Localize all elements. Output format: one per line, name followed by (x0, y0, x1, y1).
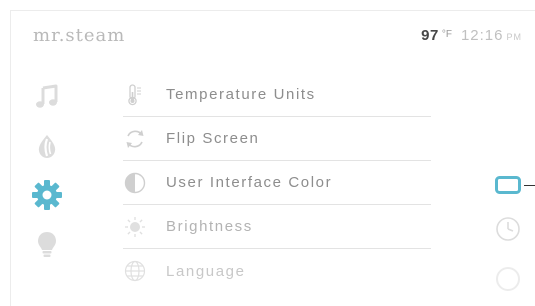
menu-item-user-interface-color[interactable]: User Interface Color (123, 161, 431, 205)
half-circle-contrast-icon (124, 172, 146, 194)
nav-music-button[interactable] (27, 77, 67, 117)
side-nav (27, 77, 67, 273)
menu-label-brightness: Brightness (166, 218, 253, 235)
clock-ampm: PM (506, 32, 522, 42)
music-note-icon (36, 84, 58, 108)
steam-control-screen: mr.steam 97 °F 12:16 PM Temperature Unit… (10, 10, 535, 306)
rotate-arrows-icon (124, 128, 146, 150)
clock-time: 12:16 (460, 27, 504, 44)
temperature-unit: °F (441, 29, 452, 40)
rail-circle-button[interactable] (494, 265, 522, 293)
nav-lighting-button[interactable] (27, 224, 67, 264)
nav-settings-button[interactable] (27, 175, 67, 215)
thermometer-icon (124, 83, 146, 106)
settings-menu: Temperature Units Flip Screen User Inter… (123, 73, 431, 293)
menu-label-temperature-units: Temperature Units (166, 86, 316, 103)
rail-screen-button[interactable] (494, 171, 522, 199)
sun-icon (124, 216, 146, 238)
aroma-drop-icon (38, 135, 56, 158)
lightbulb-icon (38, 232, 56, 257)
menu-item-temperature-units[interactable]: Temperature Units (123, 73, 431, 117)
rail-connector-line (524, 185, 535, 186)
clock-icon (496, 217, 520, 241)
circle-icon (496, 267, 520, 291)
screen-frame-icon (495, 176, 521, 194)
menu-item-brightness[interactable]: Brightness (123, 205, 431, 249)
right-rail (476, 161, 535, 306)
temperature-value: 97 (421, 27, 439, 44)
brand-logo: mr.steam (33, 25, 126, 46)
globe-icon (124, 260, 146, 282)
nav-aroma-button[interactable] (27, 126, 67, 166)
menu-label-language: Language (166, 262, 246, 280)
menu-item-language[interactable]: Language (123, 249, 431, 293)
gear-icon (32, 180, 62, 210)
rail-clock-button[interactable] (494, 215, 522, 243)
menu-label-user-interface-color: User Interface Color (166, 174, 333, 191)
menu-item-flip-screen[interactable]: Flip Screen (123, 117, 431, 161)
status-bar: 97 °F 12:16 PM (421, 27, 522, 44)
menu-label-flip-screen: Flip Screen (166, 130, 260, 147)
